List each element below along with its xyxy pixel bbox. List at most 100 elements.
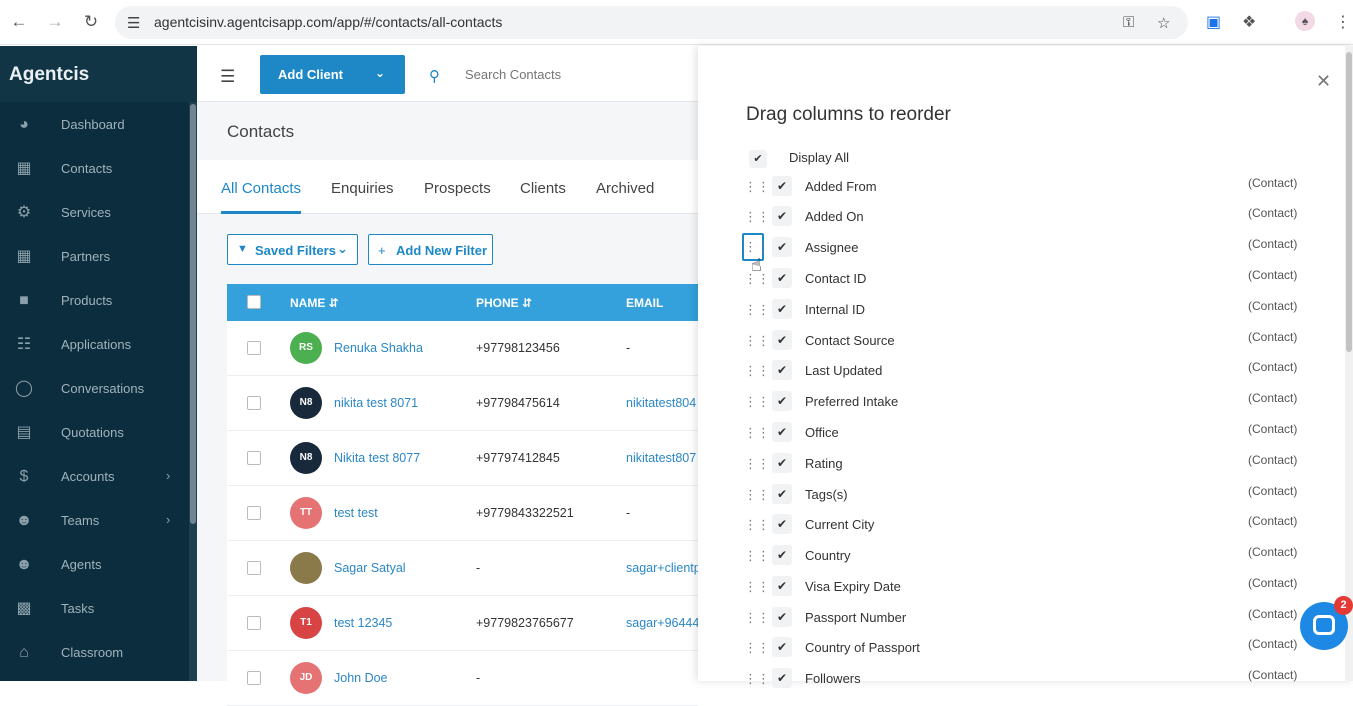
table-row[interactable]: T1 test 12345 +9779823765677 sagar+96444 — [227, 596, 698, 651]
drag-handle-icon[interactable]: ⋮⋮ — [744, 670, 770, 688]
column-checkbox[interactable]: ✔ — [772, 391, 792, 411]
contact-email[interactable]: sagar+96444 — [626, 616, 698, 630]
tab-clients[interactable]: Clients — [520, 180, 566, 197]
sidebar-item-conversations[interactable]: ◯ Conversations — [0, 367, 189, 411]
screen-cast-icon[interactable]: ▣ — [1206, 12, 1221, 32]
drag-handle-icon[interactable]: ⋮⋮ — [744, 547, 770, 565]
sidebar-item-partners[interactable]: ▦ Partners — [0, 235, 189, 279]
back-icon[interactable]: ← — [8, 11, 30, 33]
column-option-row[interactable]: ⋮⋮ ✔ Country (Contact) — [738, 540, 1308, 570]
add-client-button[interactable]: Add Client ⌄ — [260, 55, 405, 94]
row-checkbox[interactable] — [247, 561, 261, 575]
contact-email[interactable]: sagar+clientp — [626, 561, 698, 575]
column-option-row[interactable]: ⋮⋮ ✔ Current City (Contact) — [738, 509, 1308, 539]
star-icon[interactable]: ☆ — [1157, 14, 1170, 32]
add-new-filter-button[interactable]: + Add New Filter — [368, 234, 493, 265]
column-checkbox[interactable]: ✔ — [772, 237, 792, 257]
column-option-row[interactable]: ⋮⋮ ✔ Passport Number (Contact) — [738, 602, 1308, 632]
display-all-checkbox[interactable]: ✔ — [749, 150, 767, 168]
column-option-row[interactable]: ⋮⋮ ✔ Country of Passport (Contact) — [738, 632, 1308, 662]
sidebar-item-classroom[interactable]: ⌂ Classroom — [0, 631, 189, 675]
search-input[interactable] — [465, 63, 685, 85]
sidebar-item-quotations[interactable]: ▤ Quotations — [0, 411, 189, 455]
column-option-row[interactable]: ⋮⋮ ✔ Added On (Contact) — [738, 201, 1308, 231]
tab-all-contacts[interactable]: All Contacts — [221, 180, 301, 197]
close-icon[interactable]: ✕ — [1316, 71, 1331, 92]
sidebar-item-agents[interactable]: ☻ Agents — [0, 543, 189, 587]
column-option-row[interactable]: ⋮⋮ ✔ Preferred Intake (Contact) — [738, 386, 1308, 416]
chat-widget-button[interactable]: 2 — [1300, 596, 1353, 650]
contact-name-link[interactable]: John Doe — [334, 671, 388, 685]
column-checkbox[interactable]: ✔ — [772, 637, 792, 657]
drag-handle-icon[interactable]: ⋮⋮ — [744, 455, 770, 473]
column-option-row[interactable]: ⋮⋮ ✔ Visa Expiry Date (Contact) — [738, 571, 1308, 601]
sidebar-item-applications[interactable]: ☷ Applications — [0, 323, 189, 367]
contact-email[interactable]: - — [626, 506, 698, 520]
column-option-row[interactable]: ⋮⋮ ✔ Followers (Contact) — [738, 663, 1308, 693]
extensions-icon[interactable]: ❖ — [1242, 12, 1256, 32]
row-checkbox[interactable] — [247, 506, 261, 520]
drag-handle-icon[interactable]: ⋮⋮ — [744, 362, 770, 380]
contact-name-link[interactable]: Nikita test 8077 — [334, 451, 420, 465]
url-text[interactable]: agentcisinv.agentcisapp.com/app/#/contac… — [154, 14, 502, 30]
drag-handle-icon[interactable]: ⋮⋮ — [744, 178, 770, 196]
row-checkbox[interactable] — [247, 341, 261, 355]
contact-email[interactable]: nikitatest804 — [626, 396, 698, 410]
column-option-row[interactable]: ⋮⋮ ✔ Contact ID (Contact) — [738, 263, 1308, 293]
contact-name-link[interactable]: nikita test 8071 — [334, 396, 418, 410]
column-option-row[interactable]: ⋮⋮ ✔ Tags(s) (Contact) — [738, 479, 1308, 509]
column-checkbox[interactable]: ✔ — [772, 453, 792, 473]
drag-handle-icon[interactable]: ⋮⋮ — [744, 609, 770, 627]
column-option-row[interactable]: ⋮⋮ ✔ Rating (Contact) — [738, 448, 1308, 478]
sidebar-item-services[interactable]: ⚙ Services — [0, 191, 189, 235]
column-checkbox[interactable]: ✔ — [772, 330, 792, 350]
menu-toggle-icon[interactable]: ☰ — [220, 67, 235, 87]
drag-handle-icon[interactable]: ⋮⋮ — [744, 578, 770, 596]
column-checkbox[interactable]: ✔ — [772, 576, 792, 596]
drag-handle-icon[interactable]: ⋮⋮ — [744, 424, 770, 442]
column-option-row[interactable]: ⋮⋮ ✔ Office (Contact) — [738, 417, 1308, 447]
column-checkbox[interactable]: ✔ — [772, 668, 792, 688]
drag-handle-icon[interactable]: ⋮⋮ — [744, 393, 770, 411]
phone-column-header[interactable]: PHONE ⇵ — [476, 296, 532, 310]
column-checkbox[interactable]: ✔ — [772, 545, 792, 565]
column-checkbox[interactable]: ✔ — [772, 484, 792, 504]
column-option-row[interactable]: ⋮⋮ ✔ Assignee (Contact) — [738, 232, 1308, 262]
tab-enquiries[interactable]: Enquiries — [331, 180, 394, 197]
contact-email[interactable]: - — [626, 341, 698, 355]
chevron-down-icon[interactable]: ⌄ — [375, 66, 385, 80]
sidebar-item-dashboard[interactable]: ◕ Dashboard — [0, 103, 189, 147]
sidebar-item-accounts[interactable]: $ Accounts › — [0, 455, 189, 499]
more-menu-icon[interactable]: ⋮ — [1335, 12, 1351, 32]
tab-archived[interactable]: Archived — [596, 180, 654, 197]
sidebar-scrollbar[interactable] — [189, 102, 197, 681]
row-checkbox[interactable] — [247, 451, 261, 465]
sidebar-item-teams[interactable]: ☻ Teams › — [0, 499, 189, 543]
column-checkbox[interactable]: ✔ — [772, 206, 792, 226]
sidebar-item-contacts[interactable]: ▦ Contacts — [0, 147, 189, 191]
column-checkbox[interactable]: ✔ — [772, 299, 792, 319]
drag-handle-icon[interactable]: ⋮⋮ — [744, 486, 770, 504]
table-row[interactable]: RS Renuka Shakha +97798123456 - — [227, 321, 698, 376]
row-checkbox[interactable] — [247, 671, 261, 685]
column-checkbox[interactable]: ✔ — [772, 176, 792, 196]
email-column-header[interactable]: EMAIL — [626, 296, 663, 310]
table-row[interactable]: Sagar Satyal - sagar+clientp — [227, 541, 698, 596]
drag-handle-icon[interactable]: ⋮⋮ — [744, 301, 770, 319]
drag-handle-icon[interactable]: ⋮⋮ — [744, 332, 770, 350]
brand-logo[interactable]: Agentcis — [0, 46, 197, 102]
name-column-header[interactable]: NAME ⇵ — [290, 296, 339, 310]
row-checkbox[interactable] — [247, 396, 261, 410]
contact-name-link[interactable]: Renuka Shakha — [334, 341, 423, 355]
drag-handle-icon[interactable]: ⋮⋮ — [744, 516, 770, 534]
table-row[interactable]: JD John Doe - — [227, 651, 698, 706]
reload-icon[interactable]: ↻ — [80, 11, 102, 33]
column-checkbox[interactable]: ✔ — [772, 268, 792, 288]
table-row[interactable]: N8 Nikita test 8077 +97797412845 nikitatest… — [227, 431, 698, 486]
drag-handle-icon[interactable]: ⋮⋮ — [744, 208, 770, 226]
column-checkbox[interactable]: ✔ — [772, 607, 792, 627]
column-option-row[interactable]: ⋮⋮ ✔ Added From (Contact) — [738, 171, 1308, 201]
contact-email[interactable]: nikitatest807 — [626, 451, 698, 465]
profile-avatar-icon[interactable]: ♠ — [1295, 11, 1315, 31]
site-settings-icon[interactable]: ☰ — [127, 14, 140, 32]
